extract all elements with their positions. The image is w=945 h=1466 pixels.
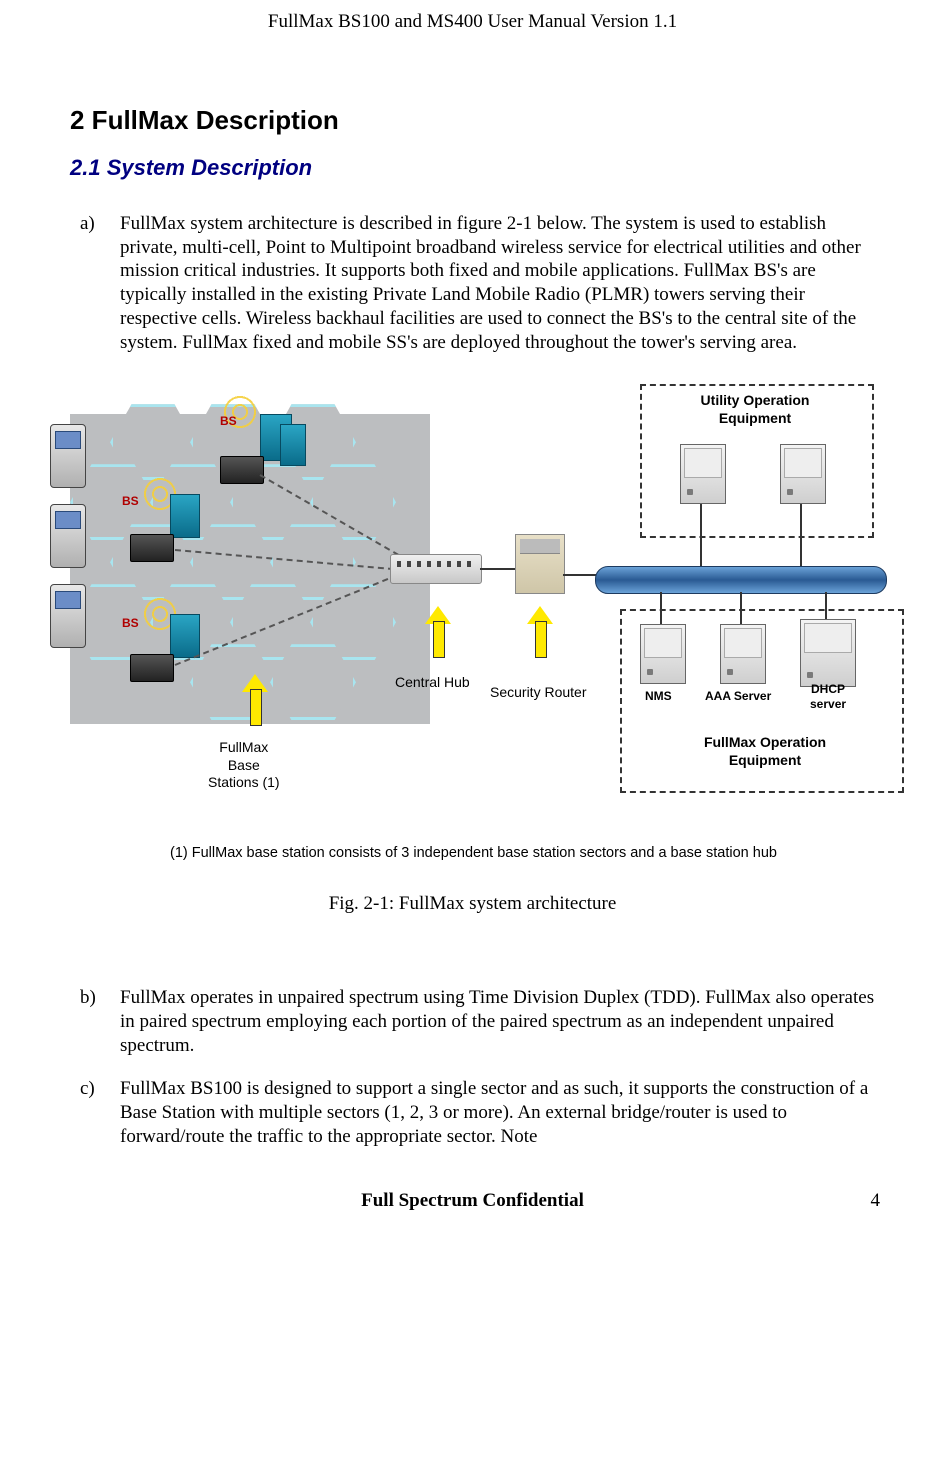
connection-line xyxy=(563,574,598,576)
paragraph-text: FullMax BS100 is designed to support a s… xyxy=(120,1077,875,1148)
figure-caption: Fig. 2-1: FullMax system architecture xyxy=(70,892,875,916)
connection-line xyxy=(800,504,802,569)
server-icon xyxy=(720,624,766,684)
connection-line xyxy=(660,592,662,624)
heading-2: 2.1 System Description xyxy=(70,154,875,182)
building-icon xyxy=(280,424,306,466)
bs-label: BS xyxy=(220,414,237,429)
bs-label: BS xyxy=(122,494,139,509)
connection-line xyxy=(740,592,742,624)
list-marker: a) xyxy=(80,212,120,355)
mobile-phone-icon xyxy=(50,424,86,488)
building-icon xyxy=(170,494,200,538)
connection-line xyxy=(700,504,702,569)
footer-text: Full Spectrum Confidential xyxy=(361,1189,584,1213)
page-number: 4 xyxy=(871,1189,881,1213)
list-marker: b) xyxy=(80,986,120,1057)
paragraph-a: a) FullMax system architecture is descri… xyxy=(80,212,875,355)
aaa-label: AAA Server xyxy=(705,689,771,704)
bs-label: BS xyxy=(122,616,139,631)
dhcp-label: DHCP server xyxy=(810,682,846,712)
fullmax-op-label: FullMax Operation Equipment xyxy=(670,734,860,769)
server-icon xyxy=(780,444,826,504)
paragraph-text: FullMax system architecture is described… xyxy=(120,212,875,355)
mobile-phone-icon xyxy=(50,504,86,568)
base-station-icon xyxy=(130,654,174,682)
paragraph-c: c) FullMax BS100 is designed to support … xyxy=(80,1077,875,1148)
heading-1: 2 FullMax Description xyxy=(70,104,875,137)
arrow-up-icon xyxy=(530,606,550,656)
server-icon xyxy=(800,619,856,687)
network-bus-icon xyxy=(595,566,887,594)
figure-footnote: (1) FullMax base station consists of 3 i… xyxy=(170,844,875,862)
server-icon xyxy=(680,444,726,504)
paragraph-text: FullMax operates in unpaired spectrum us… xyxy=(120,986,875,1057)
base-station-icon xyxy=(130,534,174,562)
connection-line xyxy=(480,568,520,570)
arrow-up-icon xyxy=(428,606,448,656)
central-hub-label: Central Hub xyxy=(395,674,470,692)
list-marker: c) xyxy=(80,1077,120,1148)
building-icon xyxy=(170,614,200,658)
base-station-icon xyxy=(220,456,264,484)
running-footer: Full Spectrum Confidential 4 xyxy=(70,1189,875,1213)
mobile-phone-icon xyxy=(50,584,86,648)
server-icon xyxy=(640,624,686,684)
running-header: FullMax BS100 and MS400 User Manual Vers… xyxy=(70,10,875,34)
security-router-icon xyxy=(515,534,565,594)
nms-label: NMS xyxy=(645,689,672,704)
paragraph-b: b) FullMax operates in unpaired spectrum… xyxy=(80,986,875,1057)
central-hub-icon xyxy=(390,554,482,584)
figure-diagram: BS BS BS Central Hub Security Router Ful… xyxy=(70,384,890,834)
utility-op-label: Utility Operation Equipment xyxy=(660,392,850,427)
connection-line xyxy=(825,592,827,619)
security-router-label: Security Router xyxy=(490,684,586,702)
base-stations-label: FullMax Base Stations (1) xyxy=(208,739,280,792)
arrow-up-icon xyxy=(245,674,265,724)
